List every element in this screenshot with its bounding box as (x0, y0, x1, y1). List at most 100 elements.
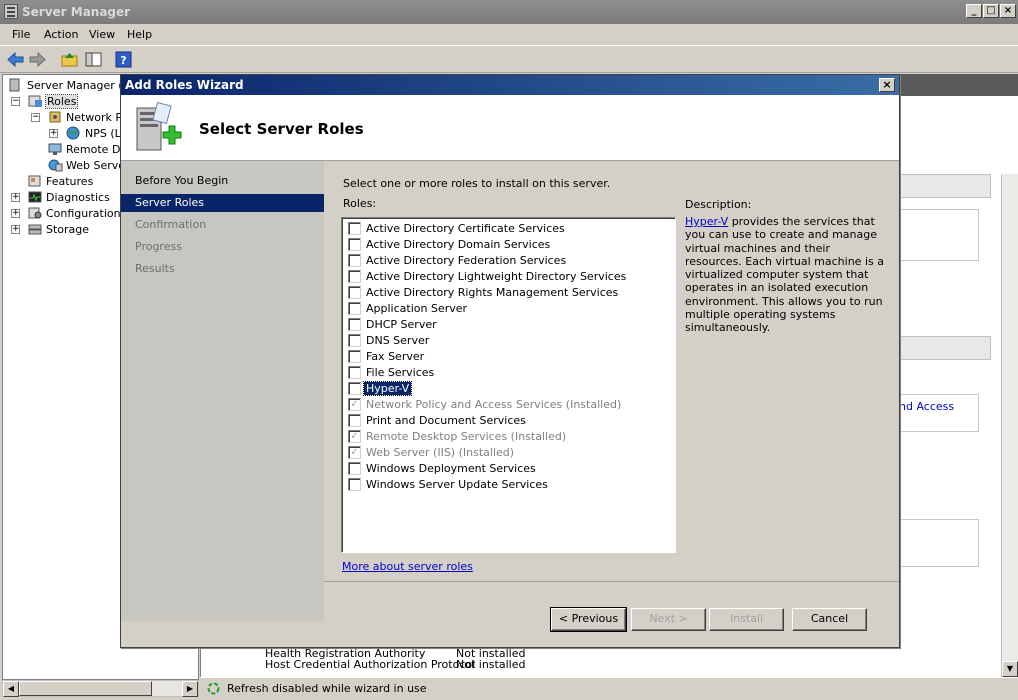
step-before-you-begin[interactable]: Before You Begin (121, 172, 324, 190)
globe-icon (66, 126, 80, 140)
roles-list: Active Directory Certificate Services Act… (341, 217, 676, 553)
role-checkbox[interactable] (348, 382, 361, 395)
wizard-close-button[interactable]: × (879, 78, 895, 92)
close-button[interactable]: × (1000, 4, 1016, 18)
tree-item-server-manager[interactable]: Server Manager (C (27, 79, 130, 92)
configuration-icon (28, 207, 42, 219)
window-title: Server Manager (22, 5, 131, 19)
role-checkbox[interactable] (348, 350, 361, 363)
role-checkbox[interactable] (348, 222, 361, 235)
role-checkbox[interactable] (348, 286, 361, 299)
collapse-icon[interactable]: − (31, 113, 40, 122)
install-button[interactable]: Install (709, 608, 784, 631)
step-confirmation: Confirmation (135, 218, 207, 231)
role-label: Print and Document Services (366, 414, 526, 427)
role-label: Windows Server Update Services (366, 478, 548, 491)
role-label: Active Directory Federation Services (366, 254, 567, 267)
instruction-text: Select one or more roles to install on t… (343, 177, 611, 190)
svg-text:?: ? (120, 54, 126, 67)
up-folder-icon[interactable] (60, 50, 79, 69)
features-icon (28, 175, 41, 187)
description-label: Description: (685, 198, 752, 211)
back-arrow-icon[interactable] (6, 50, 25, 69)
scroll-left-icon[interactable]: ◀ (3, 681, 19, 697)
show-hide-tree-icon[interactable] (84, 50, 103, 69)
role-name: Host Credential Authorization Protocol (265, 658, 476, 671)
tree-item-roles[interactable]: Roles (44, 94, 79, 109)
role-label: DNS Server (366, 334, 430, 347)
step-progress: Progress (135, 240, 182, 253)
refresh-icon (207, 682, 220, 695)
vertical-scrollbar[interactable]: ▼ (1001, 174, 1018, 680)
maximize-button[interactable]: □ (983, 4, 999, 18)
role-checkbox[interactable] (348, 270, 361, 283)
scroll-down-icon[interactable]: ▼ (1002, 661, 1018, 677)
wizard-steps: Before You Begin Server Roles Confirmati… (121, 161, 324, 621)
remote-desktop-icon (48, 143, 62, 155)
expand-icon[interactable]: + (11, 193, 20, 202)
scroll-right-icon[interactable]: ▶ (182, 681, 198, 697)
expand-icon[interactable]: + (11, 225, 20, 234)
previous-button[interactable]: < Previous (550, 607, 627, 632)
role-status: Not installed (456, 658, 526, 671)
role-checkbox[interactable] (348, 366, 361, 379)
main-title-bar: Server Manager _ □ × (0, 0, 1018, 24)
minimize-button[interactable]: _ (966, 4, 982, 18)
scroll-thumb[interactable] (19, 681, 152, 696)
role-label: DHCP Server (366, 318, 437, 331)
details-spacer (899, 96, 1017, 144)
role-checkbox[interactable] (348, 414, 361, 427)
expand-icon[interactable]: + (11, 209, 20, 218)
network-policy-icon (49, 111, 61, 123)
expand-icon[interactable]: + (49, 129, 58, 138)
role-checkbox[interactable] (348, 254, 361, 267)
description-body: provides the services that you can use t… (685, 215, 884, 335)
wizard-title-bar: Add Roles Wizard × (121, 75, 899, 95)
role-checkbox[interactable] (348, 462, 361, 475)
role-label: File Services (366, 366, 435, 379)
menu-action[interactable]: Action (44, 28, 78, 41)
section-box (899, 519, 979, 567)
server-manager-icon (4, 4, 18, 19)
cancel-button[interactable]: Cancel (792, 608, 867, 631)
tree-item-features[interactable]: Features (46, 175, 93, 188)
section-box (899, 209, 979, 261)
role-label: Active Directory Certificate Services (366, 222, 565, 235)
description-text: Hyper-V provides the services that you c… (685, 215, 885, 335)
forward-arrow-icon[interactable] (28, 50, 47, 69)
role-label: Application Server (366, 302, 468, 315)
menu-help[interactable]: Help (127, 28, 152, 41)
status-text: Refresh disabled while wizard in use (227, 682, 427, 695)
tree-item-configuration[interactable]: Configuration (46, 207, 121, 220)
role-checkbox[interactable] (348, 318, 361, 331)
tree-item-diagnostics[interactable]: Diagnostics (46, 191, 110, 204)
step-server-roles[interactable]: Server Roles (121, 194, 324, 212)
menu-view[interactable]: View (89, 28, 115, 41)
role-label: Windows Deployment Services (366, 462, 536, 475)
access-link[interactable]: nd Access (899, 400, 954, 413)
role-label: Fax Server (366, 350, 425, 363)
menu-file[interactable]: File (12, 28, 30, 41)
section-header (899, 174, 991, 198)
add-roles-wizard: Add Roles Wizard × Select Server Roles B… (120, 74, 900, 648)
status-bar: Refresh disabled while wizard in use (200, 677, 1018, 700)
tree-horizontal-scrollbar[interactable]: ◀ ▶ (2, 680, 199, 697)
collapse-icon[interactable]: − (11, 97, 20, 106)
roles-label: Roles: (343, 197, 377, 210)
help-icon[interactable]: ? (114, 50, 133, 69)
role-checkbox[interactable] (348, 478, 361, 491)
role-checkbox[interactable] (348, 302, 361, 315)
role-checkbox[interactable] (348, 334, 361, 347)
role-label: Hyper-V (362, 381, 413, 396)
role-label: Web Server (IIS) (Installed) (366, 446, 515, 459)
role-label: Active Directory Lightweight Directory S… (366, 270, 627, 283)
wizard-heading: Select Server Roles (199, 120, 364, 138)
tree-item-storage[interactable]: Storage (46, 223, 89, 236)
next-button[interactable]: Next > (631, 608, 706, 631)
section-header (899, 336, 991, 360)
role-checkbox[interactable] (348, 238, 361, 251)
wizard-header: Select Server Roles (121, 95, 899, 161)
hyper-v-link[interactable]: Hyper-V (685, 215, 728, 228)
storage-icon (28, 224, 42, 235)
more-about-roles-link[interactable]: More about server roles (342, 560, 473, 573)
